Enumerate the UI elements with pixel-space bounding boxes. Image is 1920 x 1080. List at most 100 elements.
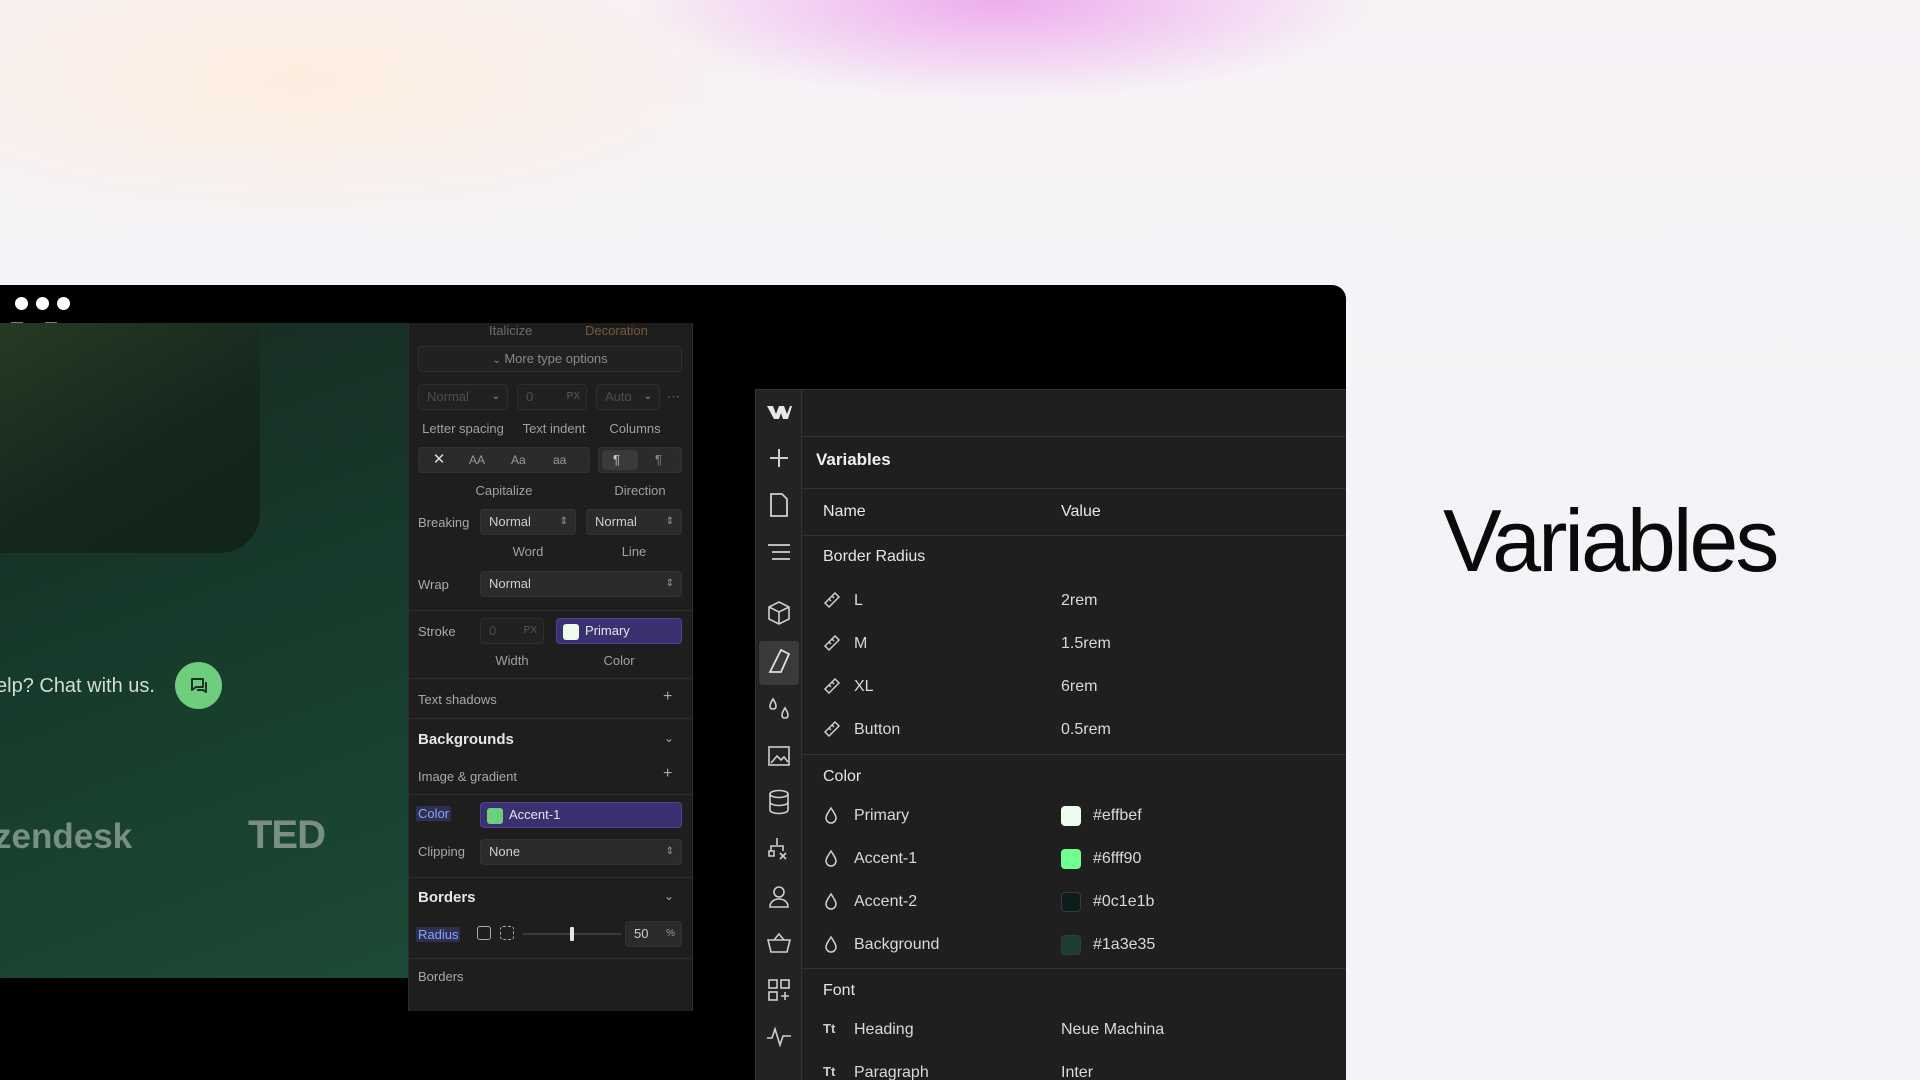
variable-row[interactable]: M 1.5rem [801, 625, 1346, 665]
logic-icon[interactable] [766, 836, 792, 862]
direction-label: Direction [614, 483, 666, 498]
page-headline: Variables [1443, 491, 1779, 590]
drop-icon [825, 849, 837, 867]
line-label: Line [621, 544, 647, 559]
decoration-label: Decoration [585, 323, 648, 338]
components-icon[interactable] [766, 600, 792, 626]
line-break-select[interactable]: Normal ⇕ [586, 509, 682, 535]
navigator-icon[interactable] [766, 539, 792, 565]
site-preview: elp? Chat with us. zendesk TED [0, 323, 408, 978]
chevron-updown-icon: ⇕ [665, 846, 674, 857]
minimize-dot[interactable] [36, 297, 49, 310]
ted-logo: TED [248, 813, 326, 857]
more-type-options-button[interactable]: ⌄ More type options [418, 346, 682, 372]
drop-icon [825, 806, 837, 824]
bg-color-label: Color [416, 806, 452, 821]
radius-slider-track[interactable] [523, 927, 621, 941]
ruler-icon [823, 677, 841, 695]
radius-label: Radius [416, 927, 461, 942]
variable-row[interactable]: Primary #effbef [801, 797, 1346, 837]
wrap-select[interactable]: Normal ⇕ [480, 571, 682, 597]
drop-icon [825, 892, 837, 910]
clipping-select[interactable]: None ⇕ [480, 839, 682, 865]
letter-spacing-label: Letter spacing [422, 421, 504, 436]
color-swatch [1061, 849, 1081, 869]
word-break-select[interactable]: Normal ⇕ [480, 509, 576, 535]
more-icon[interactable]: ⋯ [667, 389, 680, 405]
rtl-icon[interactable]: ¶ [655, 448, 662, 472]
radius-individual-icon[interactable] [500, 926, 514, 940]
variables-panel: Variables Name Value Border Radius L 2re… [755, 389, 1346, 1080]
type-icon: Tt [823, 1064, 836, 1079]
variable-row[interactable]: XL 6rem [801, 668, 1346, 708]
capitalize-title[interactable]: Aa [511, 448, 526, 472]
collapse-chevron-icon[interactable]: ⌄ [664, 731, 674, 745]
stroke-width-input[interactable]: 0 PX [480, 618, 544, 644]
text-shadows-label: Text shadows [418, 692, 497, 707]
variable-row[interactable]: L 2rem [801, 582, 1346, 622]
collapse-chevron-icon[interactable]: ⌄ [664, 889, 674, 903]
variable-row[interactable]: Tt Paragraph Inter [801, 1054, 1346, 1080]
add-icon[interactable] [766, 445, 792, 471]
style-icon[interactable] [766, 648, 792, 674]
radius-input[interactable]: 50% [625, 921, 682, 947]
group-border-radius: Border Radius [823, 548, 926, 565]
ltr-icon[interactable]: ¶ [613, 448, 620, 472]
columns-label: Columns [609, 421, 661, 436]
add-text-shadow-icon[interactable]: + [663, 688, 672, 706]
none-x-icon[interactable]: ✕ [427, 448, 451, 472]
cms-icon[interactable] [766, 789, 792, 815]
direction-group: ¶ ¶ [598, 447, 682, 473]
chevron-down-icon: ⌄ [491, 391, 500, 402]
accent1-swatch [487, 807, 503, 824]
maximize-dot[interactable] [57, 297, 70, 310]
chevron-down-icon: ⌄ [492, 355, 501, 366]
chevron-updown-icon: ⇕ [665, 578, 674, 589]
audit-icon[interactable] [766, 1024, 792, 1050]
chevron-updown-icon: ⇕ [559, 516, 568, 527]
value-column-header: Value [1061, 503, 1101, 520]
variables-icon[interactable] [766, 696, 792, 722]
ruler-icon [823, 634, 841, 652]
stroke-width-label: Width [495, 653, 529, 668]
webflow-logo-icon[interactable] [766, 399, 792, 425]
assets-icon[interactable] [766, 742, 792, 768]
chat-button[interactable] [175, 662, 222, 709]
columns-select[interactable]: Auto ⌄ [596, 384, 660, 410]
variable-row[interactable]: Accent-2 #0c1e1b [801, 883, 1346, 923]
ruler-icon [823, 591, 841, 609]
bg-color-field[interactable]: Accent-1 [480, 802, 682, 828]
stroke-color-field[interactable]: Primary [556, 618, 682, 644]
wrap-label: Wrap [418, 577, 449, 592]
letter-spacing-select[interactable]: Normal ⌄ [418, 384, 508, 410]
radius-all-icon[interactable] [477, 926, 491, 940]
primary-swatch [563, 623, 579, 640]
text-indent-input[interactable]: 0 PX [517, 384, 587, 410]
variable-row[interactable]: Accent-1 #6fff90 [801, 840, 1346, 880]
add-image-gradient-icon[interactable]: + [663, 765, 672, 783]
ecommerce-icon[interactable] [766, 930, 792, 956]
borders-sub-label: Borders [418, 969, 464, 984]
app-window: elp? Chat with us. zendesk TED Italicize… [0, 285, 1346, 1080]
capitalize-lower[interactable]: aa [553, 448, 566, 472]
stroke-color-label: Color [603, 653, 635, 668]
capitalize-upper[interactable]: AA [469, 448, 485, 472]
group-color: Color [823, 768, 862, 785]
capitalize-label: Capitalize [475, 483, 533, 498]
chat-prompt-text: elp? Chat with us. [0, 675, 155, 697]
close-dot[interactable] [15, 297, 28, 310]
stroke-label: Stroke [418, 624, 456, 639]
text-indent-label: Text indent [522, 421, 586, 436]
radius-slider-thumb[interactable] [570, 927, 574, 941]
preview-card [0, 323, 260, 553]
chevron-updown-icon: ⇕ [665, 516, 674, 527]
users-icon[interactable] [766, 884, 792, 910]
clipping-label: Clipping [418, 844, 465, 859]
variable-row[interactable]: Button 0.5rem [801, 711, 1346, 751]
page-icon[interactable] [766, 492, 792, 518]
type-icon: Tt [823, 1021, 836, 1036]
apps-icon[interactable] [766, 977, 792, 1003]
variable-row[interactable]: Background #1a3e35 [801, 926, 1346, 966]
variable-row[interactable]: Tt Heading Neue Machina [801, 1011, 1346, 1051]
left-rail [756, 390, 802, 1080]
